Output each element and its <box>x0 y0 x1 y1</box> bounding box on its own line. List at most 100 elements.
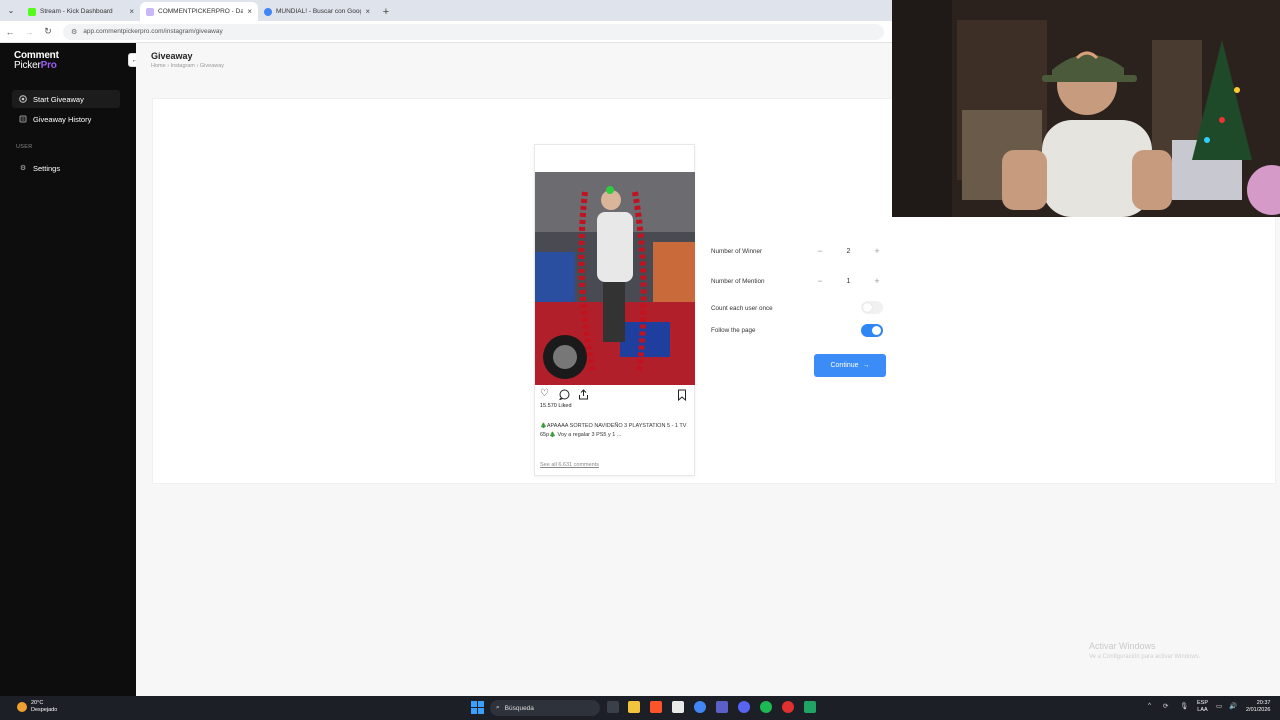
weather-temp: 20°C <box>31 700 44 706</box>
store-icon[interactable] <box>672 701 684 713</box>
tab-commentpickerpro[interactable]: COMMENTPICKERPRO - Dashb × <box>140 2 258 21</box>
close-icon[interactable]: × <box>365 7 370 16</box>
sidebar-item-settings[interactable]: ⚙ Settings <box>12 159 120 177</box>
discord-icon[interactable] <box>738 701 750 713</box>
back-arrow-icon[interactable]: ← <box>1 23 19 41</box>
decrement-button[interactable]: − <box>811 246 829 256</box>
brave-icon[interactable] <box>650 701 662 713</box>
file-explorer-icon[interactable] <box>628 701 640 713</box>
heart-icon[interactable]: ♡ <box>540 388 549 399</box>
network-icon[interactable]: ▭ <box>1216 702 1222 710</box>
sidebar-item-label: Giveaway History <box>33 114 92 124</box>
tab-kick-dashboard[interactable]: Stream - Kick Dashboard × <box>22 2 140 21</box>
obs-icon[interactable] <box>782 701 794 713</box>
url-field[interactable]: ⚙ app.commentpickerpro.com/instagram/giv… <box>63 23 884 40</box>
windows-start-icon[interactable] <box>471 701 484 714</box>
clock-date: 2/01/2026 <box>1246 707 1271 713</box>
main-content: Giveaway Home › Instagram › Giveaway <box>136 43 1276 696</box>
volume-icon[interactable]: 🔊 <box>1229 702 1237 710</box>
mic-icon[interactable]: 🎙 <box>1180 702 1188 710</box>
forward-arrow-icon[interactable]: → <box>20 23 38 41</box>
winners-value[interactable]: 2 <box>829 248 868 255</box>
kick-favicon-icon <box>28 7 36 16</box>
google-favicon-icon <box>264 7 272 16</box>
increment-button[interactable]: + <box>868 246 886 256</box>
weather-sun-icon <box>17 702 27 712</box>
tab-title: COMMENTPICKERPRO - Dashb <box>158 8 244 15</box>
continue-label: Continue <box>830 362 859 369</box>
reload-icon[interactable]: ↻ <box>39 23 57 41</box>
teams-icon[interactable] <box>716 701 728 713</box>
close-icon[interactable]: × <box>129 7 134 16</box>
sidebar-item-giveaway-history[interactable]: Giveaway History <box>12 110 120 128</box>
bookmark-icon[interactable] <box>677 388 687 404</box>
site-info-icon[interactable]: ⚙ <box>71 28 77 36</box>
toggle-knob <box>872 326 881 335</box>
lang-layout: LAA <box>1197 707 1208 713</box>
sidebar-item-label: Settings <box>33 163 61 173</box>
logo-pro-text: Pro <box>40 60 57 71</box>
count-once-toggle[interactable] <box>861 301 883 314</box>
increment-button[interactable]: + <box>868 276 886 286</box>
logo[interactable]: Comment PickerPro <box>14 51 59 71</box>
logo-line2: PickerPro <box>14 61 59 71</box>
decrement-button[interactable]: − <box>811 276 829 286</box>
browser-tab-strip: ⌄ Stream - Kick Dashboard × COMMENTPICKE… <box>0 0 892 21</box>
sync-icon[interactable]: ⟳ <box>1163 702 1168 710</box>
tab-title: Stream - Kick Dashboard <box>40 8 113 15</box>
weather-widget[interactable]: 20°C Despejado <box>17 700 57 714</box>
post-actions: ♡ <box>535 388 695 402</box>
search-icon: ⌕ <box>496 704 500 711</box>
close-icon[interactable]: × <box>247 7 252 16</box>
activate-windows-title: Activar Windows <box>1089 641 1156 651</box>
taskbar: 20°C Despejado ⌕ Búsqueda ^ ⟳ 🎙 ESP LAA … <box>0 696 1280 720</box>
section-label-user: USER <box>16 144 33 150</box>
likes-count: 15.570 Liked <box>540 403 572 409</box>
address-bar: ← → ↻ ⚙ app.commentpickerpro.com/instagr… <box>0 21 892 43</box>
tab-search-chevron-icon[interactable]: ⌄ <box>0 0 22 21</box>
sidebar-item-start-giveaway[interactable]: Start Giveaway <box>12 90 120 108</box>
history-icon <box>19 115 27 123</box>
post-image <box>535 172 695 385</box>
spotify-icon[interactable] <box>760 701 772 713</box>
mention-stepper: − 1 + <box>811 273 886 289</box>
new-tab-plus-icon[interactable]: + <box>376 2 396 21</box>
target-icon <box>19 95 27 103</box>
url-text: app.commentpickerpro.com/instagram/givea… <box>83 28 223 35</box>
count-once-label: Count each user once <box>711 305 773 312</box>
search-placeholder: Búsqueda <box>504 704 534 712</box>
page-title: Giveaway <box>151 51 193 61</box>
follow-toggle[interactable] <box>861 324 883 337</box>
share-icon[interactable] <box>578 388 589 403</box>
winners-stepper: − 2 + <box>811 243 886 259</box>
tray-chevron-icon[interactable]: ^ <box>1148 702 1151 709</box>
chrome-icon[interactable] <box>694 701 706 713</box>
post-caption: 🎄APAAAA SORTEO NAVIDEÑO 3 PLAYSTATION 5 … <box>540 423 687 438</box>
clock[interactable]: 20:37 2/01/2026 <box>1246 700 1270 714</box>
logo-picker-text: Picker <box>14 60 41 71</box>
follow-label: Follow the page <box>711 327 756 334</box>
taskbar-search[interactable]: ⌕ Búsqueda <box>490 700 600 716</box>
winners-label: Number of Winner <box>711 248 763 255</box>
commentpicker-favicon-icon <box>146 7 154 16</box>
language-indicator[interactable]: ESP LAA <box>1197 700 1208 714</box>
notes-icon[interactable] <box>804 701 816 713</box>
toggle-knob <box>863 303 872 312</box>
arrow-right-icon: → <box>862 362 870 369</box>
continue-button[interactable]: Continue → <box>814 354 886 377</box>
mention-label: Number of Mention <box>711 278 765 285</box>
sidebar: Comment PickerPro ← Start Giveaway Givea… <box>0 43 142 696</box>
comment-icon[interactable] <box>558 388 570 403</box>
weather-desc: Despejado <box>31 707 58 713</box>
screen: { "browser": { "tabs": [ {"title": "Stre… <box>0 0 1280 720</box>
activate-windows-subtitle: Ve a Configuración para activar Windows. <box>1089 654 1201 660</box>
see-all-comments-link[interactable]: See all 6.631 comments <box>540 462 599 468</box>
clock-time: 20:37 <box>1256 700 1271 706</box>
mention-value[interactable]: 1 <box>829 278 868 285</box>
gear-icon: ⚙ <box>19 165 27 172</box>
sidebar-item-label: Start Giveaway <box>33 94 84 104</box>
tab-google-search[interactable]: MUNDIAL! - Buscar con Google × <box>258 2 376 21</box>
webcam-overlay <box>892 0 1280 217</box>
task-view-icon[interactable] <box>607 701 619 713</box>
instagram-post-preview: ♡ 15.570 Liked 🎄APAAAA SORTEO NAVIDEÑO 3… <box>534 144 695 476</box>
